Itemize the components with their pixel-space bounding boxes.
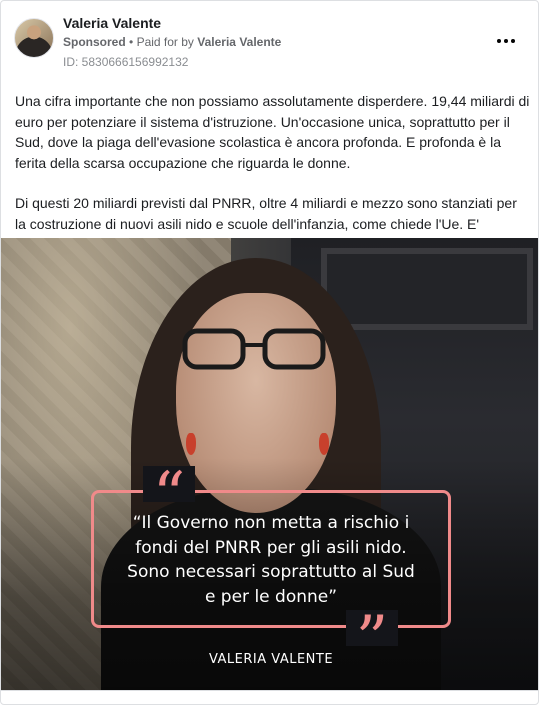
more-horizontal-icon [511, 39, 515, 43]
quote-line: “Il Governo non metta a rischio i [132, 513, 410, 533]
author-name[interactable]: Valeria Valente [63, 15, 161, 31]
paid-for-name: Valeria Valente [197, 35, 282, 49]
quote-line: e per le donne” [204, 586, 338, 607]
post-body: Una cifra importante che non possiamo as… [15, 91, 530, 255]
more-horizontal-icon [504, 39, 508, 43]
more-horizontal-icon [497, 39, 501, 43]
glasses-graphic [182, 328, 326, 370]
meta-separator: • [129, 35, 134, 49]
quote-author: VALERIA VALENTE [208, 652, 334, 667]
quote-text: “Il Governo non metta a rischio i fondi … [101, 511, 441, 609]
ad-id: ID: 5830666156992132 [63, 55, 189, 69]
more-options-button[interactable] [491, 29, 521, 53]
paid-for-prefix: Paid for by [136, 35, 194, 49]
sponsored-meta: Sponsored • Paid for by Valeria Valente [63, 35, 281, 49]
post-header: Valeria Valente Sponsored • Paid for by … [1, 1, 538, 81]
quote-open-icon: “ [143, 464, 195, 528]
earring-graphic [186, 433, 196, 455]
quote-line: Sono necessari soprattutto al Sud [127, 562, 415, 582]
quote-close-icon: ” [346, 608, 398, 672]
quote-line: fondi del PNRR per gli asili nido. [135, 537, 407, 558]
ad-post-card: Valeria Valente Sponsored • Paid for by … [0, 0, 539, 705]
earring-graphic [319, 433, 329, 455]
card-divider [1, 690, 538, 691]
post-image[interactable]: “ ” “Il Governo non metta a rischio i fo… [1, 238, 538, 690]
author-avatar[interactable] [14, 18, 54, 58]
sponsored-label: Sponsored [63, 35, 126, 49]
post-paragraph: Una cifra importante che non possiamo as… [15, 93, 530, 171]
